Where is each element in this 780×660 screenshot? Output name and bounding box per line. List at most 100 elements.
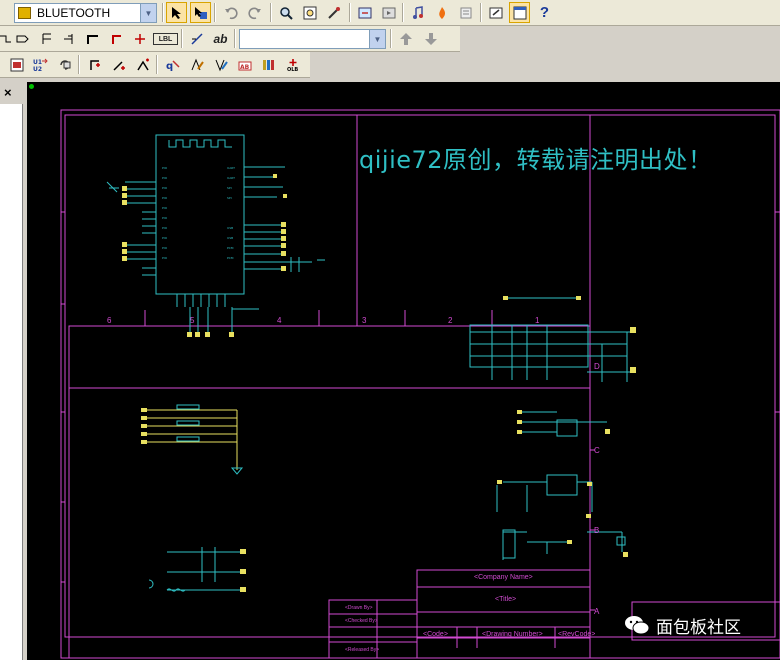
launch-icon[interactable] — [485, 2, 506, 23]
zone-ticks — [61, 211, 780, 583]
part-icon — [18, 7, 31, 19]
drc-icon[interactable] — [84, 54, 105, 75]
toolbar-separator — [390, 29, 392, 48]
bom-icon[interactable]: q — [162, 54, 183, 75]
edit-pin-icon[interactable] — [210, 54, 231, 75]
module-left-pins — [125, 181, 156, 276]
place-noconnect-icon[interactable] — [129, 28, 150, 49]
zone-number: 6 — [107, 316, 112, 325]
annotate-icon[interactable] — [6, 54, 27, 75]
place-line-icon[interactable] — [186, 28, 207, 49]
redo-icon[interactable] — [244, 2, 265, 23]
svg-text:PIO: PIO — [162, 256, 168, 260]
toolbar-empty-area — [310, 52, 780, 78]
svg-text:U2: U2 — [33, 66, 42, 72]
svg-text:SPI: SPI — [227, 196, 232, 200]
zone-letter: B — [594, 526, 600, 535]
svg-text:USB: USB — [227, 236, 233, 240]
module-small-labels: PIO PIO PIO PIO PIO PIO PIO PIO PIO PIO UART UART S… — [162, 166, 235, 260]
chevron-down-icon[interactable]: ▼ — [140, 4, 156, 22]
select-area-button[interactable] — [190, 2, 211, 23]
svg-text:PIO: PIO — [162, 206, 168, 210]
toolbar-separator — [349, 3, 351, 22]
drawing-number-text: <Drawing Number> — [482, 631, 543, 638]
arrow-up-icon[interactable] — [395, 28, 416, 49]
music-note-icon[interactable] — [407, 2, 428, 23]
zoom-icon[interactable] — [275, 2, 296, 23]
svg-text:OLB: OLB — [287, 67, 298, 72]
bluetooth-module — [125, 134, 312, 334]
edit-text-icon[interactable] — [186, 54, 207, 75]
netlist-icon[interactable] — [108, 54, 129, 75]
power-connectors — [240, 549, 246, 592]
arrow-down-icon[interactable] — [420, 28, 441, 49]
toolbar-place: LBL ab ▼ — [0, 26, 460, 52]
flame-icon[interactable] — [431, 2, 452, 23]
zone-letter: D — [594, 362, 600, 371]
project-tree[interactable] — [0, 104, 23, 660]
properties-icon[interactable] — [455, 2, 476, 23]
cross-ref-icon[interactable] — [132, 54, 153, 75]
svg-text:q: q — [166, 61, 173, 72]
toolbar-empty-area — [460, 26, 780, 52]
help-button[interactable]: ? — [534, 2, 555, 23]
library-icon[interactable] — [258, 54, 279, 75]
svg-text:PCM: PCM — [227, 246, 234, 250]
chevron-down-icon[interactable]: ▼ — [369, 30, 385, 48]
company-name-text: <Company Name> — [474, 574, 533, 581]
place-junction-icon[interactable] — [106, 28, 127, 49]
checked-by-text: <Checked By> — [345, 618, 378, 624]
undo-icon[interactable] — [220, 2, 241, 23]
svg-text:PIO: PIO — [162, 166, 168, 170]
place-port-icon[interactable] — [12, 28, 33, 49]
eyedropper-icon[interactable] — [323, 2, 344, 23]
window-toggle-button[interactable] — [509, 2, 530, 23]
zone-number: 3 — [362, 316, 367, 325]
part-selector-dropdown[interactable]: BLUETOOTH ▼ — [14, 3, 157, 23]
toolbar-separator — [181, 29, 183, 48]
update-part-icon[interactable]: U1 U2 — [30, 54, 51, 75]
place-bus-icon[interactable] — [82, 28, 103, 49]
revision-text: <RevCode> — [558, 631, 596, 638]
drawn-by-text: <Drawn By> — [345, 605, 373, 611]
svg-text:SPI: SPI — [227, 186, 232, 190]
page-nav-icon[interactable] — [378, 2, 399, 23]
code-text: <Code> — [423, 631, 448, 638]
text-search-combo[interactable]: ▼ — [239, 29, 386, 49]
svg-text:PIO: PIO — [162, 186, 168, 190]
svg-text:UART: UART — [227, 176, 235, 180]
back-annotate-icon[interactable] — [54, 54, 75, 75]
project-panel: × — [0, 80, 25, 660]
svg-text:PIO: PIO — [162, 196, 168, 200]
close-icon[interactable]: × — [4, 85, 12, 100]
place-text-button[interactable]: ab — [210, 28, 231, 49]
db-part-icon[interactable]: AB — [234, 54, 255, 75]
svg-text:PIO: PIO — [162, 246, 168, 250]
zoom-area-icon[interactable] — [299, 2, 320, 23]
toolbar-separator — [270, 3, 272, 22]
place-netlabel-button[interactable]: LBL — [153, 33, 178, 45]
place-power-icon[interactable] — [58, 28, 79, 49]
toolbar-main: BLUETOOTH ▼ ? — [0, 0, 780, 26]
zone-number: 4 — [277, 316, 282, 325]
svg-text:PIO: PIO — [162, 176, 168, 180]
page-icon[interactable] — [354, 2, 375, 23]
svg-text:AB: AB — [240, 64, 250, 71]
place-offpage-icon[interactable] — [35, 28, 56, 49]
schematic-canvas[interactable]: PIO PIO PIO PIO PIO PIO PIO PIO PIO PIO UART UART S… — [27, 82, 780, 660]
svg-text:PIO: PIO — [162, 216, 168, 220]
sensor-block — [522, 411, 607, 437]
svg-text:PIO: PIO — [162, 226, 168, 230]
toolbar-separator — [402, 3, 404, 22]
title-text: <Title> — [495, 596, 517, 603]
page-border — [60, 109, 780, 659]
add-library-icon[interactable]: OLB — [282, 54, 303, 75]
released-by-text: <Released By> — [345, 647, 380, 653]
power-block — [148, 547, 242, 592]
select-arrow-button[interactable] — [166, 2, 187, 23]
regulator-connectors — [497, 480, 628, 557]
toolbar-separator — [162, 3, 164, 22]
toolbar-separator — [480, 3, 482, 22]
app-window: BLUETOOTH ▼ ? LBL ab ▼ U1 U2 q AB OLB × … — [0, 0, 780, 660]
rf-block — [469, 297, 632, 382]
